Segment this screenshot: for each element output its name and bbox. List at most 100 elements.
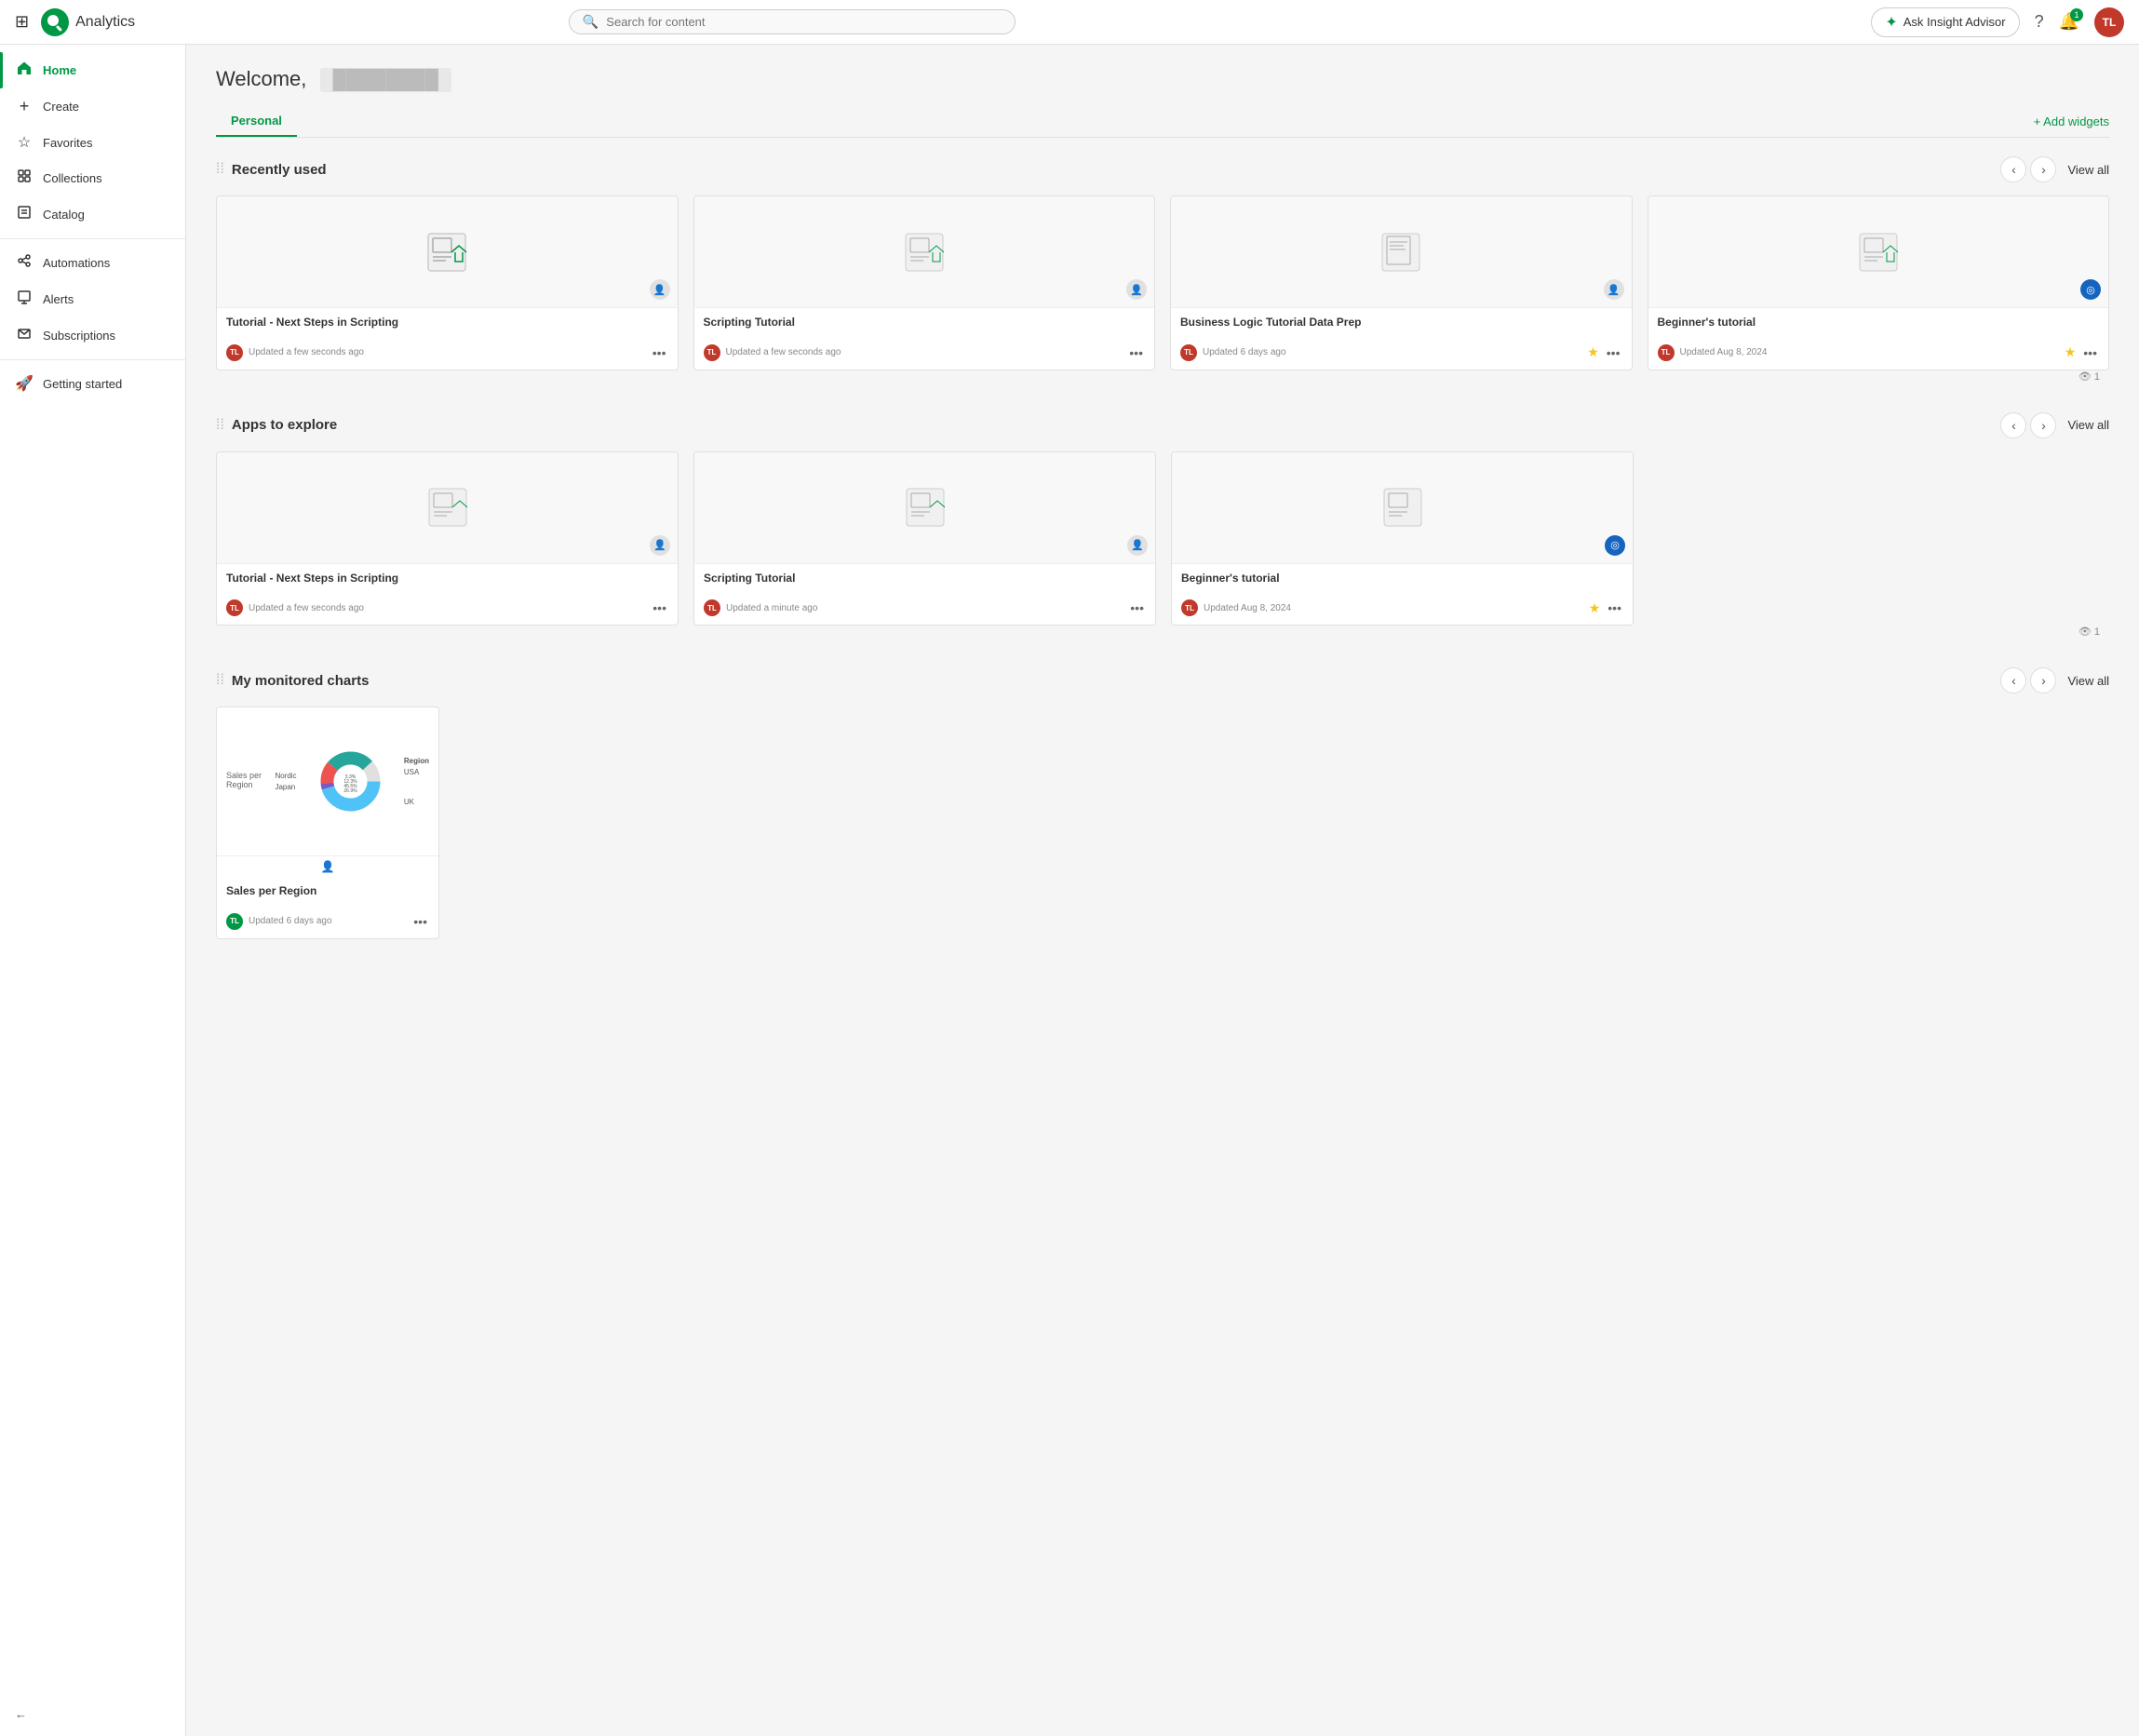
nav-next-monitored[interactable]: › [2030, 667, 2056, 693]
grid-menu-icon[interactable]: ⊞ [15, 12, 29, 32]
chart-card-title: Sales per Region [226, 884, 429, 899]
create-icon: + [15, 97, 34, 116]
eye-icon-2: 👁 [2078, 626, 2092, 638]
app-thumb-icon [424, 229, 470, 276]
chart-legend-left: Nordic Japan [275, 772, 296, 791]
donut-chart: 3.3% 12.3% 45.5% 26.9% [316, 747, 385, 816]
card-body-a3: Beginner's tutorial [1172, 564, 1633, 599]
legend-usa: USA [404, 768, 429, 776]
insight-advisor-button[interactable]: ✦ Ask Insight Advisor [1871, 7, 2019, 37]
sidebar-item-catalog[interactable]: Catalog [0, 196, 185, 233]
card-thumb-4: ◎ [1648, 196, 2109, 308]
card-meta-2: Updated a few seconds ago [726, 347, 1123, 357]
drag-handle-monitored-icon[interactable]: ⁞⁞ [216, 672, 224, 689]
sidebar-divider-2 [0, 359, 185, 360]
view-all-recently-used[interactable]: View all [2067, 163, 2109, 177]
sidebar-item-alerts[interactable]: Alerts [0, 281, 185, 317]
chart-legend-right: Region USA UK [404, 757, 429, 806]
card-more-button-a1[interactable]: ••• [651, 599, 668, 617]
card-more-button-1[interactable]: ••• [651, 343, 668, 362]
automations-icon [15, 253, 34, 273]
card-more-button-a3[interactable]: ••• [1606, 599, 1623, 617]
card-title-2: Scripting Tutorial [704, 316, 1146, 330]
sidebar-item-automations[interactable]: Automations [0, 245, 185, 281]
help-button[interactable]: ? [2035, 12, 2044, 32]
avatar[interactable]: TL [2094, 7, 2124, 37]
sidebar-item-collections[interactable]: Collections [0, 160, 185, 196]
card-tutorial-scripting-1[interactable]: 👤 Tutorial - Next Steps in Scripting TL … [216, 195, 679, 370]
view-all-apps[interactable]: View all [2067, 418, 2109, 432]
chart-card-meta: Updated 6 days ago [249, 916, 406, 926]
section-header-monitored: ⁞⁞ My monitored charts ‹ › View all [216, 667, 2109, 693]
sidebar-item-home[interactable]: Home [0, 52, 185, 88]
card-body-3: Business Logic Tutorial Data Prep [1171, 308, 1632, 343]
card-beginners-tutorial-1[interactable]: ◎ Beginner's tutorial TL Updated Aug 8, … [1648, 195, 2110, 370]
chart-card-user-badge: 👤 [217, 856, 438, 877]
card-avatar-a1: TL [226, 599, 243, 616]
apps-to-explore-title: Apps to explore [232, 417, 337, 433]
app-thumb-icon-a3 [1379, 484, 1426, 531]
card-beginners-tutorial-2[interactable]: ◎ Beginner's tutorial TL Updated Aug 8, … [1171, 451, 1634, 626]
card-more-button-3[interactable]: ••• [1605, 343, 1622, 362]
card-scripting-tutorial-1[interactable]: 👤 Scripting Tutorial TL Updated a few se… [693, 195, 1156, 370]
chart-card-sales-region[interactable]: Sales per Region Nordic Japan [216, 707, 439, 939]
card-badge-a1: 👤 [650, 535, 670, 556]
card-scripting-tutorial-2[interactable]: 👤 Scripting Tutorial TL Updated a minute… [693, 451, 1156, 626]
apps-to-explore-nav: ‹ › View all [2000, 412, 2109, 438]
chart-card-more-button[interactable]: ••• [411, 912, 429, 931]
star-filled-4[interactable]: ★ [2065, 344, 2077, 360]
monitored-charts-cards: Sales per Region Nordic Japan [216, 707, 2109, 939]
sidebar-collapse-button[interactable]: ← [0, 1700, 185, 1729]
view-all-monitored[interactable]: View all [2067, 674, 2109, 688]
nav-prev-monitored[interactable]: ‹ [2000, 667, 2026, 693]
card-more-button-2[interactable]: ••• [1127, 343, 1145, 362]
star-filled-a3[interactable]: ★ [1589, 600, 1601, 616]
notifications-button[interactable]: 🔔 1 [2059, 12, 2079, 32]
sidebar-label-favorites: Favorites [43, 136, 92, 150]
add-widgets-button[interactable]: + Add widgets [2034, 114, 2109, 128]
star-filled-3[interactable]: ★ [1587, 344, 1599, 360]
sidebar-label-home: Home [43, 63, 76, 77]
legend-label: Region [404, 757, 429, 765]
nav-prev-recently-used[interactable]: ‹ [2000, 156, 2026, 182]
card-business-logic[interactable]: 👤 Business Logic Tutorial Data Prep TL U… [1170, 195, 1633, 370]
tab-personal[interactable]: Personal [216, 106, 297, 137]
nav-next-apps[interactable]: › [2030, 412, 2056, 438]
card-more-button-4[interactable]: ••• [2081, 343, 2099, 362]
sidebar-item-subscriptions[interactable]: Subscriptions [0, 317, 185, 354]
card-thumb-a1: 👤 [217, 452, 678, 564]
drag-handle-icon[interactable]: ⁞⁞ [216, 161, 224, 178]
tabs: Personal + Add widgets [216, 106, 2109, 138]
app-thumb-icon-3 [1378, 229, 1424, 276]
drag-handle-apps-icon[interactable]: ⁞⁞ [216, 417, 224, 434]
card-avatar-4: TL [1658, 344, 1675, 361]
card-title-a3: Beginner's tutorial [1181, 572, 1623, 586]
sidebar-item-create[interactable]: + Create [0, 88, 185, 125]
star-icon: ☆ [15, 133, 34, 152]
monitored-charts-title: My monitored charts [232, 673, 370, 689]
card-more-button-a2[interactable]: ••• [1128, 599, 1146, 617]
card-body-a2: Scripting Tutorial [694, 564, 1155, 599]
alerts-icon [15, 289, 34, 309]
nav-prev-apps[interactable]: ‹ [2000, 412, 2026, 438]
search-input[interactable] [606, 15, 1002, 29]
card-avatar-a3: TL [1181, 599, 1198, 616]
card-placeholder [1648, 451, 2109, 626]
sidebar-item-getting-started[interactable]: 🚀 Getting started [0, 366, 185, 401]
layout: Home + Create ☆ Favorites Collections Ca… [0, 45, 2139, 1736]
card-thumb-a2: 👤 [694, 452, 1155, 564]
card-badge-a2: 👤 [1127, 535, 1148, 556]
chart-card-footer: TL Updated 6 days ago ••• [217, 912, 438, 938]
card-body-1: Tutorial - Next Steps in Scripting [217, 308, 678, 343]
qlik-logo[interactable]: Analytics [40, 7, 135, 37]
spark-icon: ✦ [1885, 13, 1897, 32]
sidebar-item-favorites[interactable]: ☆ Favorites [0, 125, 185, 160]
card-badge-4: ◎ [2080, 279, 2101, 300]
card-tutorial-scripting-2[interactable]: 👤 Tutorial - Next Steps in Scripting TL … [216, 451, 679, 626]
card-thumb-3: 👤 [1171, 196, 1632, 308]
nav-next-recently-used[interactable]: › [2030, 156, 2056, 182]
card-footer-a2: TL Updated a minute ago ••• [694, 599, 1155, 625]
card-meta-a2: Updated a minute ago [726, 603, 1123, 613]
search-bar[interactable]: 🔍 [569, 9, 1016, 34]
app-thumb-icon-4 [1855, 229, 1902, 276]
